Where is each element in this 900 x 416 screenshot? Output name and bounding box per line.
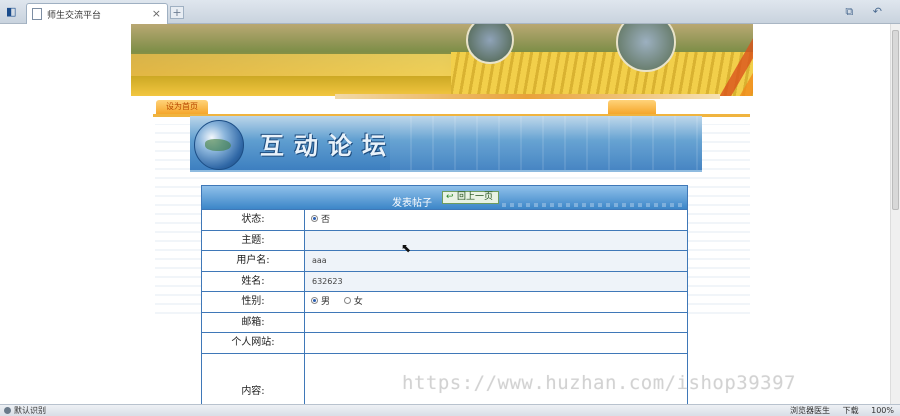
status-dot-icon [4, 407, 11, 414]
browser-doctor-button[interactable]: 浏览器医生 [790, 406, 830, 415]
email-label: 邮箱: [202, 312, 305, 332]
globe-icon [194, 120, 244, 170]
email-input[interactable] [309, 316, 509, 330]
status-label: 状态: [202, 210, 305, 230]
new-tab-button[interactable]: + [170, 6, 184, 19]
page-viewport: 设为首页 互动论坛 发表帖子 回上一页 状态: 否 主题: 用户名: [0, 24, 890, 404]
vertical-scrollbar[interactable] [890, 24, 900, 404]
form-caption: 发表帖子 [392, 198, 432, 209]
set-homepage-tab[interactable]: 设为首页 [156, 100, 208, 114]
gender-female-label: 女 [353, 297, 363, 307]
website-label: 个人网站: [202, 333, 305, 353]
header-dots [502, 203, 682, 207]
form-row-subject: 主题: [202, 230, 687, 251]
status-radio[interactable] [311, 215, 318, 222]
watermark-text: https://www.huzhan.com/ishop39397 [402, 372, 796, 394]
content-label: 内容: [202, 353, 305, 404]
form-row-status: 状态: 否 [202, 210, 687, 231]
header-shine [390, 116, 702, 170]
email-cell [305, 313, 687, 333]
name-label: 姓名: [202, 271, 305, 291]
scrollbar-thumb[interactable] [892, 30, 899, 210]
status-text: 默认识别 [14, 406, 46, 415]
gender-options: 男 女 [305, 292, 687, 312]
status-value: 否 [305, 210, 687, 230]
browser-tab[interactable]: 师生交流平台 × [26, 3, 168, 24]
name-cell: 632623 [305, 271, 687, 291]
back-button[interactable]: 回上一页 [442, 191, 500, 204]
close-tab-icon[interactable]: × [152, 7, 161, 20]
username-input[interactable]: aaa [309, 254, 509, 268]
gender-female-radio[interactable] [343, 297, 351, 304]
forum-title: 互动论坛 [260, 131, 396, 160]
name-input[interactable]: 632623 [309, 275, 509, 289]
browser-menu-icon[interactable]: ◧ [6, 5, 20, 19]
status-bar: 默认识别 浏览器医生 下载 100% [0, 404, 900, 416]
banner-divider [335, 94, 720, 99]
form-row-gender: 性别: 男 女 [202, 292, 687, 313]
form-row-name: 姓名: 632623 [202, 271, 687, 292]
form-header: 发表帖子 回上一页 [202, 186, 687, 210]
form-row-email: 邮箱: [202, 312, 687, 333]
nav-tab-right[interactable] [608, 100, 656, 114]
status-option-label: 否 [321, 215, 331, 225]
website-cell [305, 333, 687, 353]
forum-header: 互动论坛 [190, 116, 702, 172]
zoom-level[interactable]: 100% [871, 406, 894, 415]
gender-male-radio[interactable] [311, 297, 318, 304]
site-banner [131, 24, 753, 96]
status-indicator: 默认识别 [4, 405, 46, 416]
browser-tabbar: ◧ 师生交流平台 × + ⧉ ↶ [0, 0, 900, 24]
download-button[interactable]: 下载 [843, 406, 859, 415]
gender-male-label: 男 [321, 297, 331, 307]
form-row-username: 用户名: aaa [202, 251, 687, 272]
tab-title: 师生交流平台 [47, 11, 102, 21]
form-row-website: 个人网站: [202, 333, 687, 354]
status-right-tools: 浏览器医生 下载 100% [780, 405, 894, 416]
subject-label: 主题: [202, 230, 305, 250]
website-input[interactable] [309, 336, 509, 350]
page-icon [32, 8, 42, 20]
gender-label: 性别: [202, 292, 305, 312]
window-tools-icons[interactable]: ⧉ ↶ [845, 5, 890, 19]
subject-cell [305, 230, 687, 250]
mouse-cursor-icon: ⬉ [401, 241, 412, 255]
username-label: 用户名: [202, 251, 305, 271]
username-cell: aaa [305, 251, 687, 271]
